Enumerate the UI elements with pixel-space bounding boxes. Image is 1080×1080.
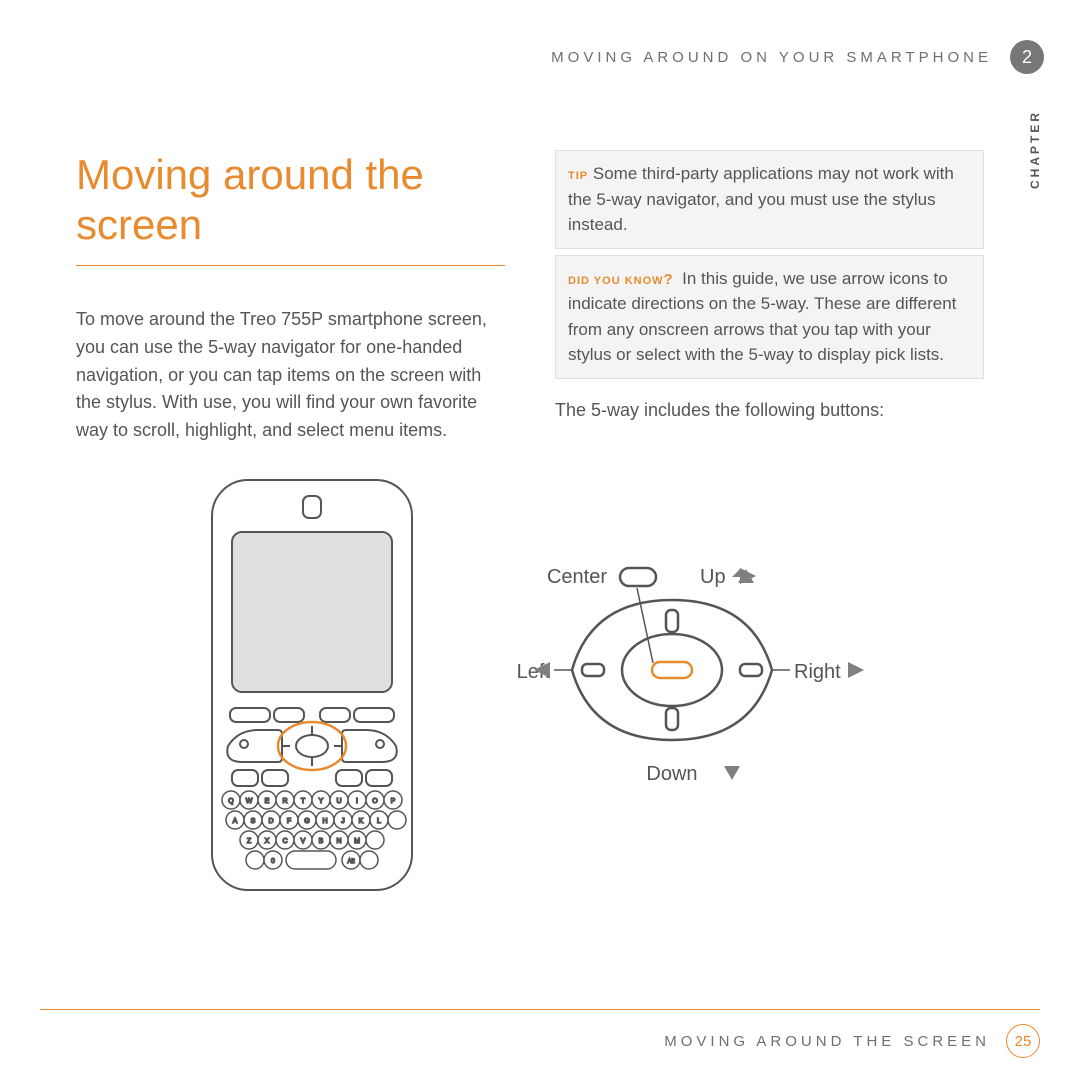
svg-text:S: S <box>251 818 256 825</box>
section-heading: Moving around the screen <box>76 150 505 251</box>
label-center: Center <box>547 566 607 588</box>
dyk-tag: DID YOU KNOW <box>568 275 664 287</box>
footer-rule <box>40 1009 1040 1010</box>
svg-text:Alt: Alt <box>347 859 354 865</box>
svg-text:R: R <box>282 798 287 805</box>
svg-text:0: 0 <box>271 858 275 865</box>
chapter-side-label: CHAPTER <box>1028 110 1042 189</box>
svg-text:L: L <box>377 818 381 825</box>
svg-text:A: A <box>233 818 238 825</box>
dyk-question-mark: ? <box>664 271 673 288</box>
down-arrow-icon <box>724 766 740 780</box>
svg-text:M: M <box>354 838 360 845</box>
label-up: Up <box>700 566 726 588</box>
label-down: Down <box>646 763 697 785</box>
svg-text:Q: Q <box>228 798 234 805</box>
svg-text:W: W <box>246 798 253 805</box>
label-right: Right <box>794 661 841 683</box>
chapter-number-badge: 2 <box>1010 40 1044 74</box>
svg-text:Z: Z <box>247 838 252 845</box>
svg-text:E: E <box>265 798 270 805</box>
svg-text:N: N <box>336 838 341 845</box>
svg-text:I: I <box>356 798 358 805</box>
svg-text:O: O <box>372 798 378 805</box>
tip-text: Some third-party applications may not wo… <box>568 164 954 234</box>
svg-text:G: G <box>304 818 309 825</box>
intro-paragraph: To move around the Treo 755P smartphone … <box>76 306 505 445</box>
left-column: Moving around the screen To move around … <box>76 150 505 457</box>
right-arrow-icon <box>848 662 864 678</box>
svg-text:V: V <box>301 838 306 845</box>
svg-text:Y: Y <box>319 798 324 805</box>
lead-sentence: The 5-way includes the following buttons… <box>555 397 984 425</box>
right-column: TIP Some third-party applications may no… <box>555 150 984 457</box>
svg-text:B: B <box>319 838 324 845</box>
tip-callout: TIP Some third-party applications may no… <box>555 150 984 249</box>
running-title: MOVING AROUND ON YOUR SMARTPHONE <box>551 49 992 66</box>
svg-text:D: D <box>268 818 273 825</box>
tip-tag: TIP <box>568 170 588 182</box>
footer-section-title: MOVING AROUND THE SCREEN <box>664 1033 990 1050</box>
page-number-badge: 25 <box>1006 1024 1040 1058</box>
svg-text:T: T <box>301 798 306 805</box>
svg-text:F: F <box>287 818 291 825</box>
did-you-know-callout: DID YOU KNOW? In this guide, we use arro… <box>555 255 984 379</box>
heading-rule <box>76 265 505 266</box>
svg-text:X: X <box>265 838 270 845</box>
svg-text:P: P <box>391 798 396 805</box>
svg-text:K: K <box>359 818 364 825</box>
svg-text:U: U <box>336 798 341 805</box>
svg-text:J: J <box>341 818 345 825</box>
svg-text:C: C <box>282 838 287 845</box>
navigator-diagram: Q W E R T Y U I O P A S D F G H J K L Z … <box>60 470 984 950</box>
svg-text:H: H <box>322 818 327 825</box>
